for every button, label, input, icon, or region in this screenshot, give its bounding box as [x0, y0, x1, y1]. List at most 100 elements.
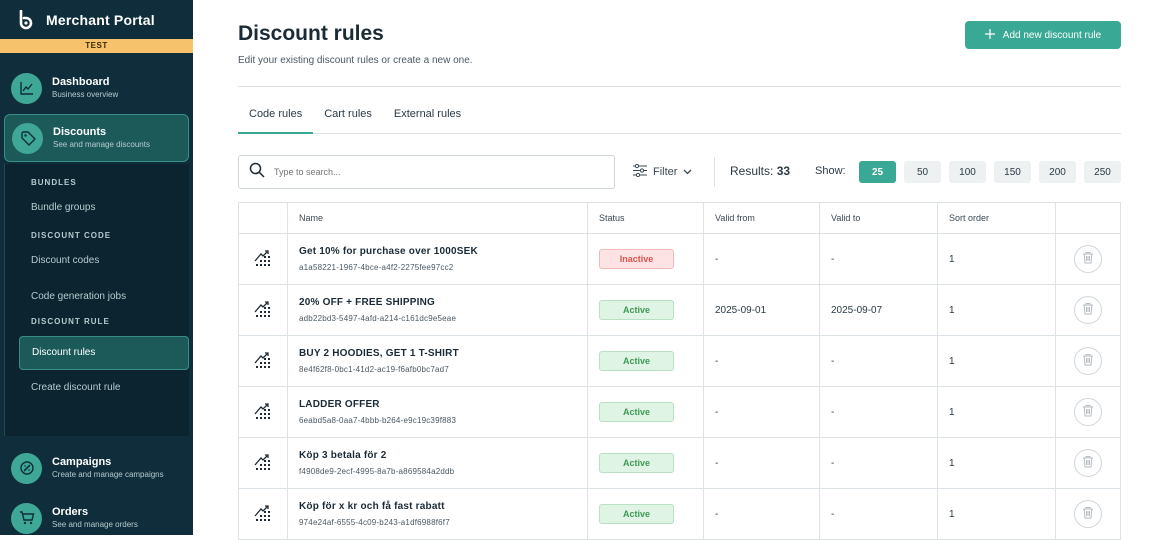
- subnav-item-code-generation-jobs[interactable]: Code generation jobs: [5, 279, 189, 315]
- rule-id: adb22bd3-5497-4afd-a214-c161dc9e5eae: [299, 314, 457, 323]
- divider: [238, 86, 1121, 87]
- add-button-label: Add new discount rule: [1002, 29, 1102, 41]
- subnav-item-discount-codes[interactable]: Discount codes: [5, 243, 189, 279]
- chevron-down-icon: [683, 166, 692, 178]
- valid-from-cell: -: [704, 438, 820, 488]
- plus-icon: [984, 28, 995, 42]
- status-badge: Active: [599, 351, 674, 371]
- rule-name[interactable]: LADDER OFFER: [299, 399, 380, 410]
- subnav-item-bundle-groups[interactable]: Bundle groups: [5, 190, 189, 226]
- ladder-rule-icon: [254, 300, 272, 321]
- page-subtitle: Edit your existing discount rules or cre…: [238, 55, 473, 66]
- divider: [714, 157, 715, 187]
- rule-name[interactable]: 20% OFF + FREE SHIPPING: [299, 297, 435, 308]
- valid-from-cell: -: [704, 387, 820, 437]
- delete-rule-button[interactable]: [1074, 398, 1102, 426]
- nav-item-campaigns[interactable]: Campaigns Create and manage campaigns: [4, 444, 189, 492]
- main-content: Discount rules Edit your existing discou…: [193, 0, 1163, 540]
- tab-cart-rules[interactable]: Cart rules: [313, 96, 383, 134]
- page-size-25[interactable]: 25: [859, 161, 896, 183]
- brand[interactable]: Merchant Portal: [0, 0, 193, 39]
- page-size-50[interactable]: 50: [904, 161, 941, 183]
- sort-order-cell: 1: [938, 285, 1056, 335]
- page-size-100[interactable]: 100: [949, 161, 986, 183]
- header-cell-name[interactable]: Name: [288, 203, 588, 233]
- trash-icon: [1082, 251, 1094, 267]
- delete-rule-button[interactable]: [1074, 500, 1102, 528]
- valid-to-cell: 2025-09-07: [820, 285, 938, 335]
- subnav-heading-bundles: BUNDLES: [31, 178, 77, 187]
- nav-title: Orders: [52, 506, 89, 518]
- sort-order-cell: 1: [938, 234, 1056, 284]
- rule-name[interactable]: Köp 3 betala för 2: [299, 450, 387, 461]
- trash-icon: [1082, 506, 1094, 522]
- rules-table: Name Status Valid from Valid to Sort ord…: [238, 202, 1121, 540]
- subnav-item-create-discount-rule[interactable]: Create discount rule: [5, 370, 189, 406]
- trash-icon: [1082, 404, 1094, 420]
- nav-title: Campaigns: [52, 456, 112, 468]
- tab-external-rules[interactable]: External rules: [383, 96, 472, 134]
- table-row[interactable]: Köp för x kr och få fast rabatt 974e24af…: [239, 489, 1120, 540]
- rule-id: a1a58221-1967-4bce-a4f2-2275fee97cc2: [299, 263, 454, 272]
- valid-from-cell: -: [704, 489, 820, 539]
- header-cell-valid-from[interactable]: Valid from: [704, 203, 820, 233]
- subnav-heading-discount-code: DISCOUNT CODE: [31, 231, 112, 240]
- search-input[interactable]: [274, 167, 574, 177]
- subnav-item-discount-rules[interactable]: Discount rules: [19, 336, 189, 370]
- nav-subtitle: Business overview: [52, 90, 119, 99]
- results-count: Results: 33: [730, 164, 790, 178]
- header-cell-valid-to[interactable]: Valid to: [820, 203, 938, 233]
- table-row[interactable]: BUY 2 HOODIES, GET 1 T-SHIRT 8e4f62f8-0b…: [239, 336, 1120, 387]
- rule-name[interactable]: Köp för x kr och få fast rabatt: [299, 501, 445, 512]
- valid-to-cell: -: [820, 489, 938, 539]
- rule-name[interactable]: BUY 2 HOODIES, GET 1 T-SHIRT: [299, 348, 459, 359]
- table-row[interactable]: Get 10% for purchase over 1000SEK a1a582…: [239, 234, 1120, 285]
- status-badge: Active: [599, 300, 674, 320]
- ladder-rule-icon: [254, 249, 272, 270]
- ladder-rule-icon: [254, 453, 272, 474]
- nav-subtitle: Create and manage campaigns: [52, 470, 164, 479]
- page-size-150[interactable]: 150: [994, 161, 1031, 183]
- rule-tabs: Code rules Cart rules External rules: [238, 96, 1121, 134]
- sidebar: Merchant Portal TEST Dashboard Business o…: [0, 0, 193, 535]
- subnav-heading-discount-rule: DISCOUNT RULE: [31, 317, 110, 326]
- trash-icon: [1082, 353, 1094, 369]
- table-row[interactable]: 20% OFF + FREE SHIPPING adb22bd3-5497-4a…: [239, 285, 1120, 336]
- rule-name[interactable]: Get 10% for purchase over 1000SEK: [299, 246, 478, 257]
- page-title: Discount rules: [238, 22, 384, 45]
- delete-rule-button[interactable]: [1074, 245, 1102, 273]
- nav-item-discounts[interactable]: Discounts See and manage discounts: [4, 114, 189, 162]
- results-value: 33: [776, 164, 791, 178]
- nav-item-dashboard[interactable]: Dashboard Business overview: [4, 64, 189, 112]
- nav-item-orders[interactable]: Orders See and manage orders: [4, 494, 189, 535]
- tag-icon: [12, 122, 43, 154]
- cart-icon: [11, 502, 42, 534]
- delete-rule-button[interactable]: [1074, 449, 1102, 477]
- table-row[interactable]: Köp 3 betala för 2 f4908de9-2ecf-4995-8a…: [239, 438, 1120, 489]
- search-box: [238, 155, 615, 189]
- sort-order-cell: 1: [938, 489, 1056, 539]
- filter-button[interactable]: Filter: [633, 160, 692, 184]
- delete-rule-button[interactable]: [1074, 347, 1102, 375]
- valid-to-cell: -: [820, 336, 938, 386]
- delete-rule-button[interactable]: [1074, 296, 1102, 324]
- nav-title: Dashboard: [52, 76, 110, 88]
- ladder-rule-icon: [254, 402, 272, 423]
- sort-order-cell: 1: [938, 336, 1056, 386]
- rule-id: 8e4f62f8-0bc1-41d2-ac19-f6afb0bc7ad7: [299, 365, 449, 374]
- page-size-200[interactable]: 200: [1039, 161, 1076, 183]
- header-cell-sort-order[interactable]: Sort order: [938, 203, 1056, 233]
- valid-from-cell: 2025-09-01: [704, 285, 820, 335]
- search-icon: [249, 162, 265, 183]
- status-badge: Active: [599, 402, 674, 422]
- valid-to-cell: -: [820, 234, 938, 284]
- trash-icon: [1082, 455, 1094, 471]
- env-badge: TEST: [0, 39, 193, 53]
- header-cell-status[interactable]: Status: [588, 203, 704, 233]
- tab-code-rules[interactable]: Code rules: [238, 96, 314, 134]
- add-discount-rule-button[interactable]: Add new discount rule: [965, 21, 1121, 49]
- rule-id: f4908de9-2ecf-4995-8a7b-a869584a2ddb: [299, 467, 455, 476]
- page-size-250[interactable]: 250: [1084, 161, 1121, 183]
- table-row[interactable]: LADDER OFFER 6eabd5a8-0aa7-4bbb-b264-e9c…: [239, 387, 1120, 438]
- valid-to-cell: -: [820, 438, 938, 488]
